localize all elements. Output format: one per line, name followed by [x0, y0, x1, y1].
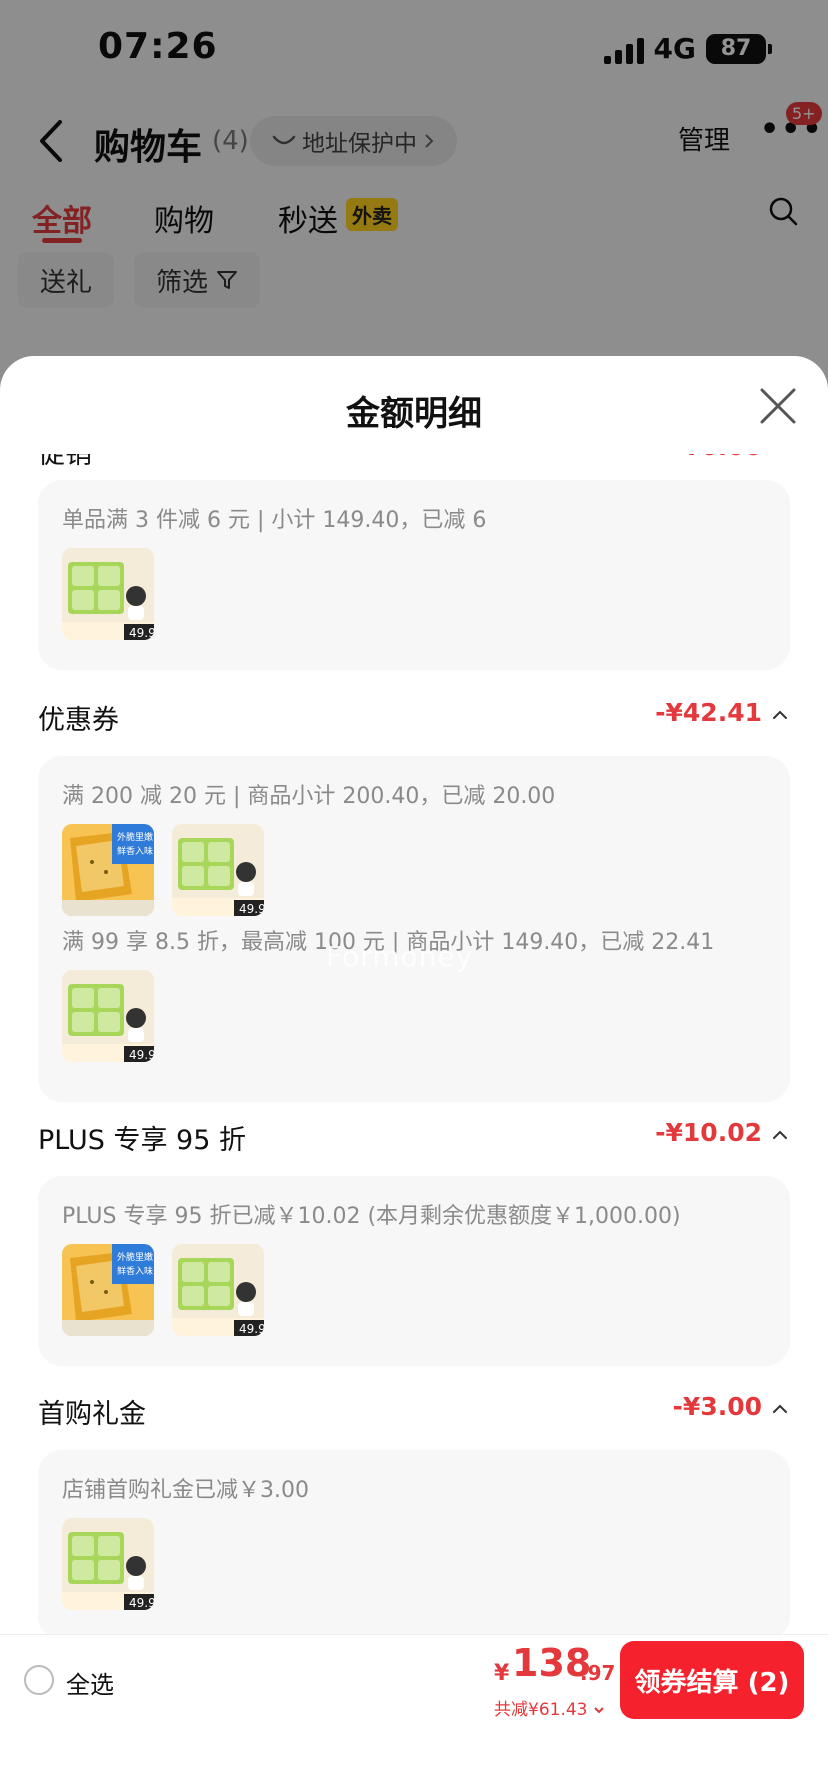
promo-line: 单品满 3 件减 6 元 | 小计 149.40，已减 6 [62, 508, 487, 533]
first-purchase-section-header[interactable]: 首购礼金 -¥3.00 [38, 1386, 790, 1436]
promo-detail-card: 单品满 3 件减 6 元 | 小计 149.40，已减 6 49.9 [38, 480, 790, 670]
sheet-header: 金额明细 [0, 356, 828, 454]
svg-text:外脆里嫩: 外脆里嫩 [117, 1251, 153, 1263]
partially-hidden-section-title: 促销 [38, 454, 92, 470]
total-saved-toggle[interactable]: 共减¥61.43 [494, 1695, 605, 1720]
first-purchase-section-title: 首购礼金 [38, 1399, 146, 1430]
sheet-title: 金额明细 [346, 394, 482, 434]
svg-text:鲜香入味: 鲜香入味 [117, 845, 153, 857]
svg-text:外脆里嫩: 外脆里嫩 [117, 831, 153, 843]
watermark: Formoney [326, 940, 474, 973]
price-decimal: .97 [580, 1661, 616, 1685]
total-price: ¥ 138 .97 共减¥61.43 [490, 1641, 615, 1721]
svg-text:鲜香入味: 鲜香入味 [117, 1265, 153, 1277]
svg-text:49.9: 49.9 [129, 626, 154, 640]
product-thumbnail-tissue: 49.9 [172, 1244, 264, 1336]
select-all-label[interactable]: 全选 [66, 1665, 114, 1700]
chevron-up-icon[interactable] [770, 1398, 790, 1418]
svg-text:49.9: 49.9 [239, 902, 264, 916]
product-thumbnail-tissue: 49.9 [62, 970, 154, 1062]
product-thumbnail-cookie: 外脆里嫩 鲜香入味 [62, 1244, 154, 1336]
chevron-down-icon [594, 1707, 604, 1714]
amount-detail-sheet: 金额明细 促销 -¥6.00 单品满 3 件减 6 元 | 小计 149.40，… [0, 356, 828, 1636]
product-thumbnail-cookie: 外脆里嫩 鲜香入味 [62, 824, 154, 916]
first-purchase-line: 店铺首购礼金已减￥3.00 [62, 1478, 309, 1503]
checkout-bar: 全选 ¥ 138 .97 共减¥61.43 领券结算 (2) [0, 1634, 828, 1726]
partially-hidden-section-amount: -¥6.00 [673, 454, 762, 461]
product-thumbnail-tissue: 49.9 [172, 824, 264, 916]
total-saved-label: 共减¥61.43 [494, 1700, 588, 1720]
chevron-up-icon[interactable] [770, 1124, 790, 1144]
svg-text:49.9: 49.9 [239, 1322, 264, 1336]
svg-text:49.9: 49.9 [129, 1048, 154, 1062]
product-thumbnail-tissue: 49.9 [62, 1518, 154, 1610]
plus-section-amount: -¥10.02 [655, 1118, 762, 1147]
product-thumbnail-tissue: 49.9 [62, 548, 154, 640]
coupon-section-header[interactable]: 优惠券 -¥42.41 [38, 692, 790, 742]
sheet-scroll-area[interactable]: 促销 -¥6.00 单品满 3 件减 6 元 | 小计 149.40，已减 6 … [0, 454, 828, 1636]
plus-section-header[interactable]: PLUS 专享 95 折 -¥10.02 [38, 1112, 790, 1162]
coupon-line-1: 满 200 减 20 元 | 商品小计 200.40，已减 20.00 [62, 784, 556, 809]
checkout-button[interactable]: 领券结算 (2) [620, 1641, 804, 1719]
plus-detail-card: PLUS 专享 95 折已减￥10.02 (本月剩余优惠额度￥1,000.00)… [38, 1176, 790, 1366]
coupon-section-title: 优惠券 [38, 705, 119, 736]
price-currency: ¥ [494, 1661, 510, 1686]
plus-section-title: PLUS 专享 95 折 [38, 1125, 246, 1156]
home-indicator-area [0, 1726, 828, 1792]
plus-line: PLUS 专享 95 折已减￥10.02 (本月剩余优惠额度￥1,000.00) [62, 1204, 681, 1229]
svg-text:49.9: 49.9 [129, 1596, 154, 1610]
close-icon[interactable] [756, 384, 800, 428]
coupon-detail-card: 满 200 减 20 元 | 商品小计 200.40，已减 20.00 外脆里嫩… [38, 756, 790, 1102]
chevron-up-icon[interactable] [770, 704, 790, 724]
coupon-section-amount: -¥42.41 [655, 698, 762, 727]
select-all-checkbox[interactable] [24, 1665, 54, 1695]
first-purchase-section-amount: -¥3.00 [672, 1392, 762, 1421]
first-purchase-detail-card: 店铺首购礼金已减￥3.00 49.9 [38, 1450, 790, 1636]
